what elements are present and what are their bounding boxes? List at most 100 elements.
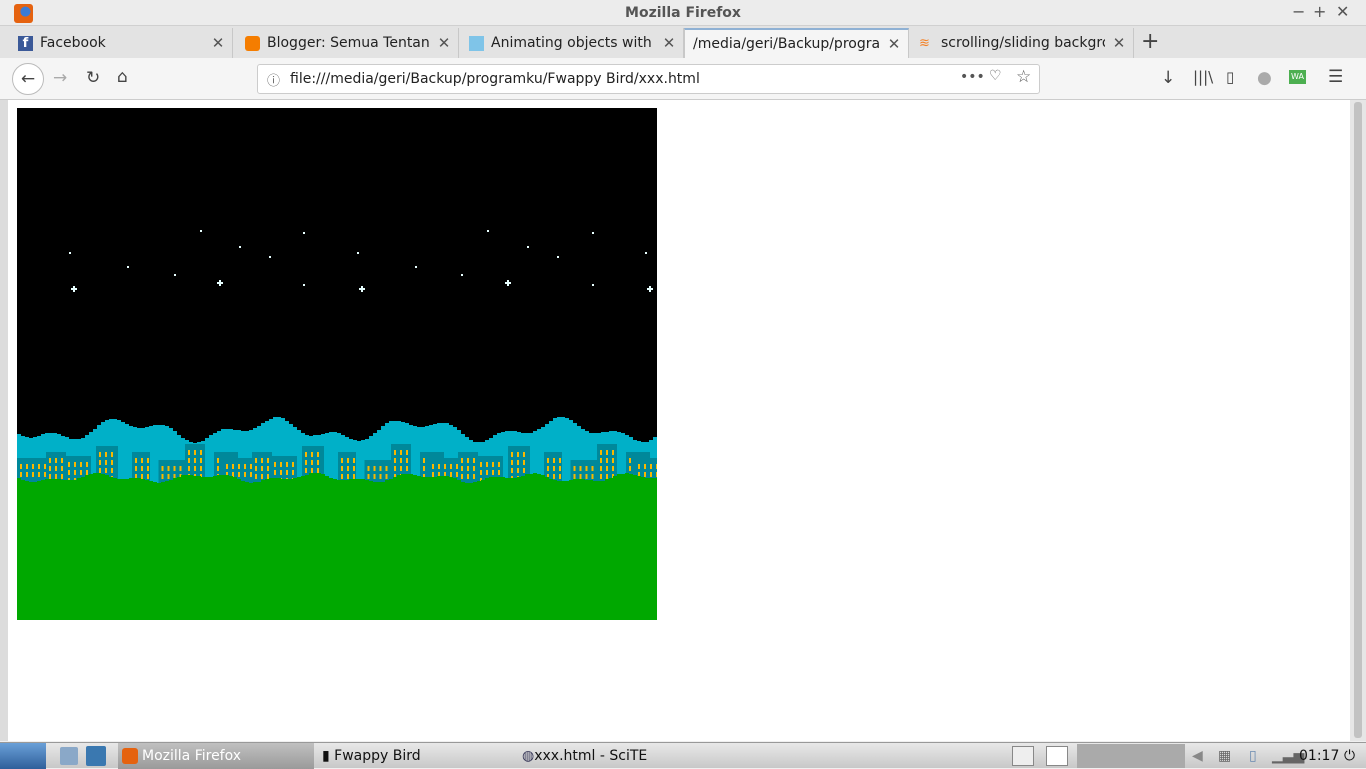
tab-animating[interactable]: Animating objects with W ✕ bbox=[459, 28, 684, 58]
ground bbox=[313, 473, 317, 620]
ground bbox=[589, 480, 593, 620]
ground bbox=[229, 476, 233, 620]
star bbox=[592, 284, 594, 286]
ground bbox=[577, 479, 581, 620]
library-icon[interactable]: |||\ bbox=[1193, 68, 1213, 86]
close-window-button[interactable]: ✕ bbox=[1336, 2, 1349, 21]
forward-button[interactable]: → bbox=[53, 68, 67, 88]
window bbox=[216, 458, 219, 463]
window bbox=[244, 464, 246, 469]
taskbar-item-folder[interactable]: ▮ Fwappy Bird bbox=[322, 748, 421, 764]
scite-icon: ◍ bbox=[522, 748, 535, 764]
downloads-icon[interactable]: ↓ bbox=[1161, 68, 1175, 88]
window bbox=[280, 470, 282, 475]
window bbox=[498, 470, 500, 475]
ground bbox=[585, 480, 589, 620]
window bbox=[317, 468, 320, 473]
close-tab-icon[interactable]: ✕ bbox=[655, 34, 683, 52]
ground bbox=[73, 480, 77, 620]
window bbox=[511, 460, 514, 465]
tab-blogger[interactable]: Blogger: Semua Tentang ✕ bbox=[233, 28, 459, 58]
workspace-pager[interactable] bbox=[1077, 744, 1185, 768]
ground bbox=[277, 478, 281, 620]
volume-icon[interactable]: ◀ bbox=[1192, 748, 1203, 764]
workspace-icon[interactable] bbox=[1012, 746, 1034, 766]
window bbox=[373, 466, 376, 471]
ground bbox=[41, 480, 45, 620]
ground bbox=[109, 477, 113, 620]
ground bbox=[409, 474, 413, 620]
ground bbox=[169, 480, 173, 620]
ground bbox=[361, 479, 365, 620]
window bbox=[385, 474, 388, 479]
ground bbox=[261, 480, 265, 620]
window bbox=[147, 458, 150, 463]
window bbox=[523, 452, 526, 457]
maximize-button[interactable]: + bbox=[1313, 2, 1326, 21]
window bbox=[628, 466, 631, 471]
reload-button[interactable]: ↻ bbox=[86, 68, 100, 88]
ground bbox=[437, 476, 441, 620]
globe-icon[interactable]: ● bbox=[1257, 68, 1272, 88]
close-tab-icon[interactable]: ✕ bbox=[430, 34, 458, 52]
ground bbox=[493, 477, 497, 620]
info-icon[interactable]: ⓘ bbox=[267, 70, 280, 89]
ground bbox=[593, 481, 597, 620]
tab-facebook[interactable]: f Facebook ✕ bbox=[0, 28, 233, 58]
page-actions-icon[interactable]: ••• bbox=[960, 69, 985, 85]
tab-current[interactable]: /media/geri/Backup/progra ✕ bbox=[684, 28, 909, 58]
window bbox=[266, 474, 269, 479]
ground bbox=[433, 477, 437, 620]
star bbox=[361, 286, 363, 292]
taskbar-item-scite[interactable]: ◍xxx.html - SciTE bbox=[522, 748, 647, 764]
scrollbar-thumb[interactable] bbox=[1354, 102, 1362, 738]
power-icon[interactable]: ⏻ bbox=[1344, 748, 1355, 764]
close-tab-icon[interactable]: ✕ bbox=[1105, 34, 1133, 52]
start-menu-button[interactable] bbox=[0, 743, 46, 769]
star bbox=[357, 252, 359, 254]
tab-stackoverflow[interactable]: ≋ scrolling/sliding backgro ✕ bbox=[909, 28, 1134, 58]
show-desktop-icon[interactable] bbox=[60, 747, 78, 765]
window bbox=[305, 452, 308, 457]
menu-icon[interactable]: ☰ bbox=[1328, 67, 1343, 87]
window bbox=[460, 466, 463, 471]
window bbox=[20, 472, 22, 477]
window bbox=[147, 466, 150, 471]
window bbox=[311, 460, 314, 465]
file-manager-icon[interactable] bbox=[86, 746, 106, 766]
back-button[interactable]: ← bbox=[12, 63, 44, 95]
window bbox=[80, 462, 82, 467]
sidebar-icon[interactable]: ▯ bbox=[1226, 68, 1234, 86]
ground bbox=[293, 478, 297, 620]
taskbar-item-firefox[interactable]: Mozilla Firefox bbox=[118, 743, 314, 769]
keyboard-icon[interactable]: ▦ bbox=[1218, 748, 1231, 764]
new-tab-button[interactable]: + bbox=[1141, 29, 1159, 54]
workspace-1[interactable] bbox=[1046, 746, 1068, 766]
whatsapp-extension-icon[interactable]: WA bbox=[1289, 70, 1306, 84]
bookmark-star-icon[interactable]: ☆ bbox=[1016, 67, 1031, 87]
ground bbox=[369, 481, 373, 620]
ground bbox=[221, 475, 225, 620]
window bbox=[606, 474, 608, 479]
ground bbox=[645, 478, 649, 620]
window bbox=[167, 466, 170, 471]
window bbox=[559, 474, 562, 479]
battery-icon[interactable]: ▯ bbox=[1249, 748, 1257, 764]
window bbox=[194, 466, 196, 471]
window bbox=[188, 450, 190, 455]
url-bar[interactable]: ⓘ file:///media/geri/Backup/programku/Fw… bbox=[257, 64, 1040, 94]
window bbox=[600, 474, 602, 479]
star bbox=[69, 252, 71, 254]
ground bbox=[213, 476, 217, 620]
pocket-icon[interactable]: ♡ bbox=[989, 68, 1002, 84]
home-button[interactable]: ⌂ bbox=[117, 67, 128, 87]
close-tab-icon[interactable]: ✕ bbox=[880, 35, 908, 53]
ground bbox=[193, 476, 197, 620]
window bbox=[492, 462, 494, 467]
folder-icon: ▮ bbox=[322, 748, 330, 764]
minimize-button[interactable]: − bbox=[1292, 2, 1305, 21]
scrollbar[interactable] bbox=[1350, 100, 1366, 741]
window bbox=[194, 450, 196, 455]
ground bbox=[117, 479, 121, 620]
close-tab-icon[interactable]: ✕ bbox=[204, 34, 232, 52]
